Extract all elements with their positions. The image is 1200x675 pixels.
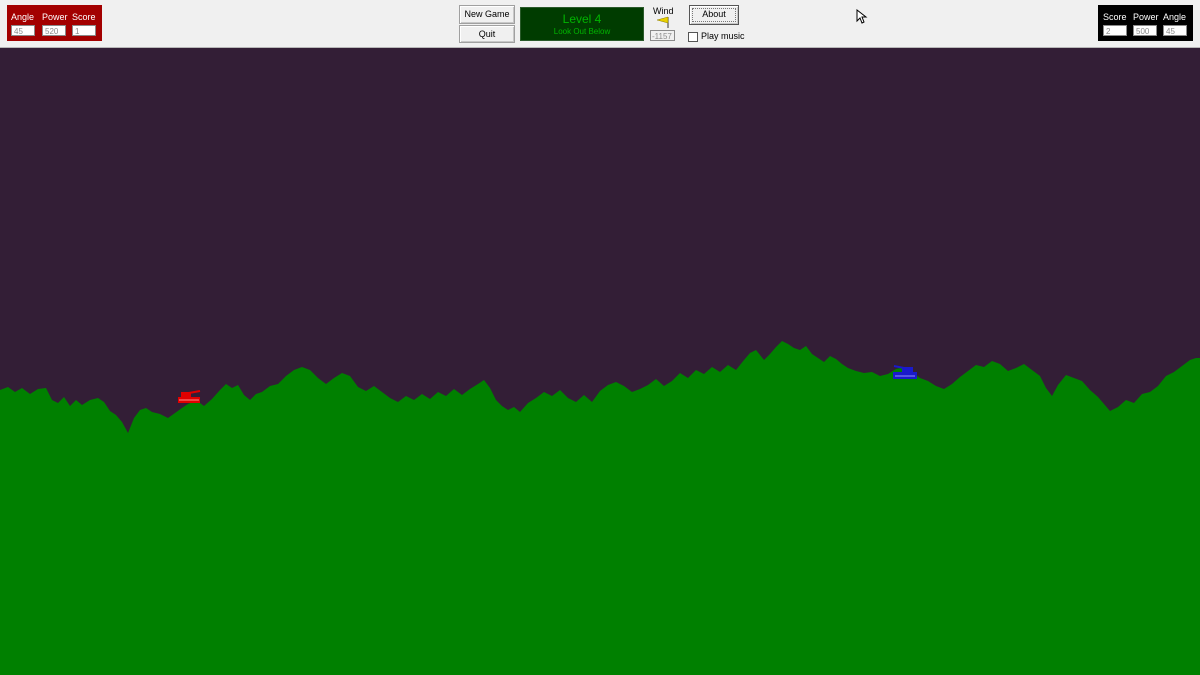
player1-angle-field[interactable]: 45 (11, 25, 35, 36)
player2-panel: Score Power Angle 2 500 45 (1098, 5, 1193, 41)
player2-score-label: Score (1103, 12, 1127, 22)
about-button[interactable]: About (689, 5, 739, 25)
level-title: Level 4 (562, 12, 602, 26)
player2-angle-label: Angle (1163, 12, 1187, 22)
level-display: Level 4 Look Out Below (520, 7, 644, 41)
flag-icon (656, 16, 669, 28)
level-subtitle: Look Out Below (553, 27, 611, 36)
player1-power-field[interactable]: 520 (42, 25, 66, 36)
wind-label: Wind (653, 6, 674, 16)
player2-power-label: Power (1133, 12, 1159, 22)
about-label: About (702, 9, 726, 19)
play-music-checkbox[interactable] (688, 32, 698, 42)
player1-angle-label: Angle (11, 12, 35, 22)
mouse-pointer-icon (856, 9, 868, 24)
play-music-label[interactable]: Play music (701, 31, 745, 41)
player1-score-label: Score (72, 12, 96, 22)
new-game-button[interactable]: New Game (459, 5, 515, 24)
player2-score-field: 2 (1103, 25, 1127, 36)
toolbar: Angle Power Score 45 520 1 New Game Quit… (0, 0, 1200, 48)
player1-power-label: Power (42, 12, 68, 22)
quit-button[interactable]: Quit (459, 25, 515, 43)
wind-value-field: -1157 (650, 30, 675, 41)
player2-power-field[interactable]: 500 (1133, 25, 1157, 36)
player2-angle-field[interactable]: 45 (1163, 25, 1187, 36)
player1-score-field: 1 (72, 25, 96, 36)
player1-panel: Angle Power Score 45 520 1 (7, 5, 102, 41)
game-field[interactable] (0, 48, 1200, 675)
